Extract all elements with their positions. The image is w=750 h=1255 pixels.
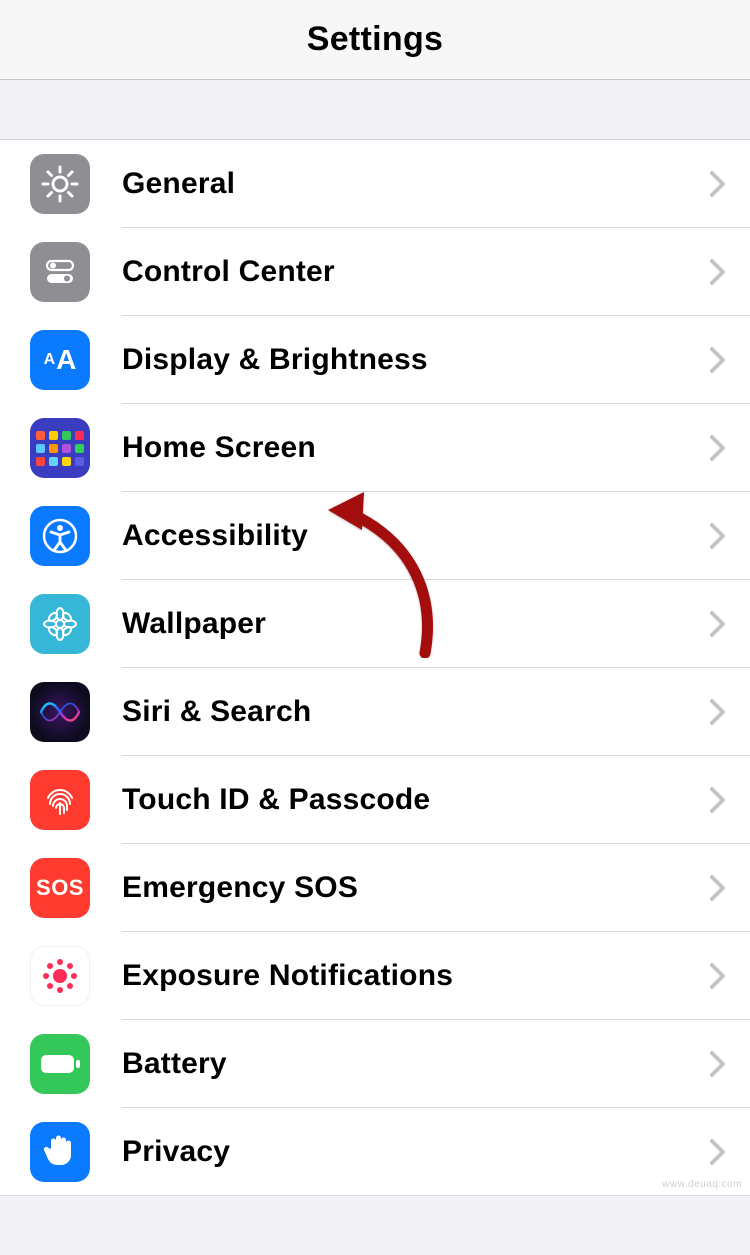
settings-row-emergency-sos[interactable]: SOS Emergency SOS xyxy=(0,844,750,932)
chevron-right-icon xyxy=(710,523,726,549)
chevron-right-icon xyxy=(710,1051,726,1077)
sos-icon: SOS xyxy=(30,858,90,918)
row-label: Touch ID & Passcode xyxy=(122,783,710,817)
settings-row-exposure-notifications[interactable]: Exposure Notifications xyxy=(0,932,750,1020)
section-spacer xyxy=(0,80,750,140)
settings-row-privacy[interactable]: Privacy xyxy=(0,1108,750,1196)
settings-row-accessibility[interactable]: Accessibility xyxy=(0,492,750,580)
row-label: Accessibility xyxy=(122,519,710,553)
chevron-right-icon xyxy=(710,1139,726,1165)
settings-row-control-center[interactable]: Control Center xyxy=(0,228,750,316)
row-label: Control Center xyxy=(122,255,710,289)
settings-row-general[interactable]: General xyxy=(0,140,750,228)
settings-row-battery[interactable]: Battery xyxy=(0,1020,750,1108)
chevron-right-icon xyxy=(710,347,726,373)
row-label: Siri & Search xyxy=(122,695,710,729)
flower-icon xyxy=(30,594,90,654)
settings-row-siri-search[interactable]: Siri & Search xyxy=(0,668,750,756)
row-label: Home Screen xyxy=(122,431,710,465)
row-label: Wallpaper xyxy=(122,607,710,641)
settings-list: General Control Center AA Display & Brig… xyxy=(0,140,750,1196)
settings-row-touch-id[interactable]: Touch ID & Passcode xyxy=(0,756,750,844)
chevron-right-icon xyxy=(710,435,726,461)
navigation-bar: Settings xyxy=(0,0,750,80)
app-grid-icon xyxy=(30,418,90,478)
battery-icon xyxy=(30,1034,90,1094)
toggles-icon xyxy=(30,242,90,302)
settings-row-display-brightness[interactable]: AA Display & Brightness xyxy=(0,316,750,404)
hand-icon xyxy=(30,1122,90,1182)
row-label: Privacy xyxy=(122,1135,710,1169)
gear-icon xyxy=(30,154,90,214)
settings-row-wallpaper[interactable]: Wallpaper xyxy=(0,580,750,668)
page-title: Settings xyxy=(307,20,444,59)
row-label: Battery xyxy=(122,1047,710,1081)
accessibility-icon xyxy=(30,506,90,566)
chevron-right-icon xyxy=(710,611,726,637)
settings-row-home-screen[interactable]: Home Screen xyxy=(0,404,750,492)
row-label: Display & Brightness xyxy=(122,343,710,377)
chevron-right-icon xyxy=(710,963,726,989)
watermark-text: www.deuaq.com xyxy=(662,1179,742,1190)
siri-icon xyxy=(30,682,90,742)
row-label: General xyxy=(122,167,710,201)
row-label: Exposure Notifications xyxy=(122,959,710,993)
row-label: Emergency SOS xyxy=(122,871,710,905)
exposure-icon xyxy=(30,946,90,1006)
chevron-right-icon xyxy=(710,171,726,197)
chevron-right-icon xyxy=(710,787,726,813)
fingerprint-icon xyxy=(30,770,90,830)
chevron-right-icon xyxy=(710,875,726,901)
text-size-icon: AA xyxy=(30,330,90,390)
chevron-right-icon xyxy=(710,699,726,725)
chevron-right-icon xyxy=(710,259,726,285)
